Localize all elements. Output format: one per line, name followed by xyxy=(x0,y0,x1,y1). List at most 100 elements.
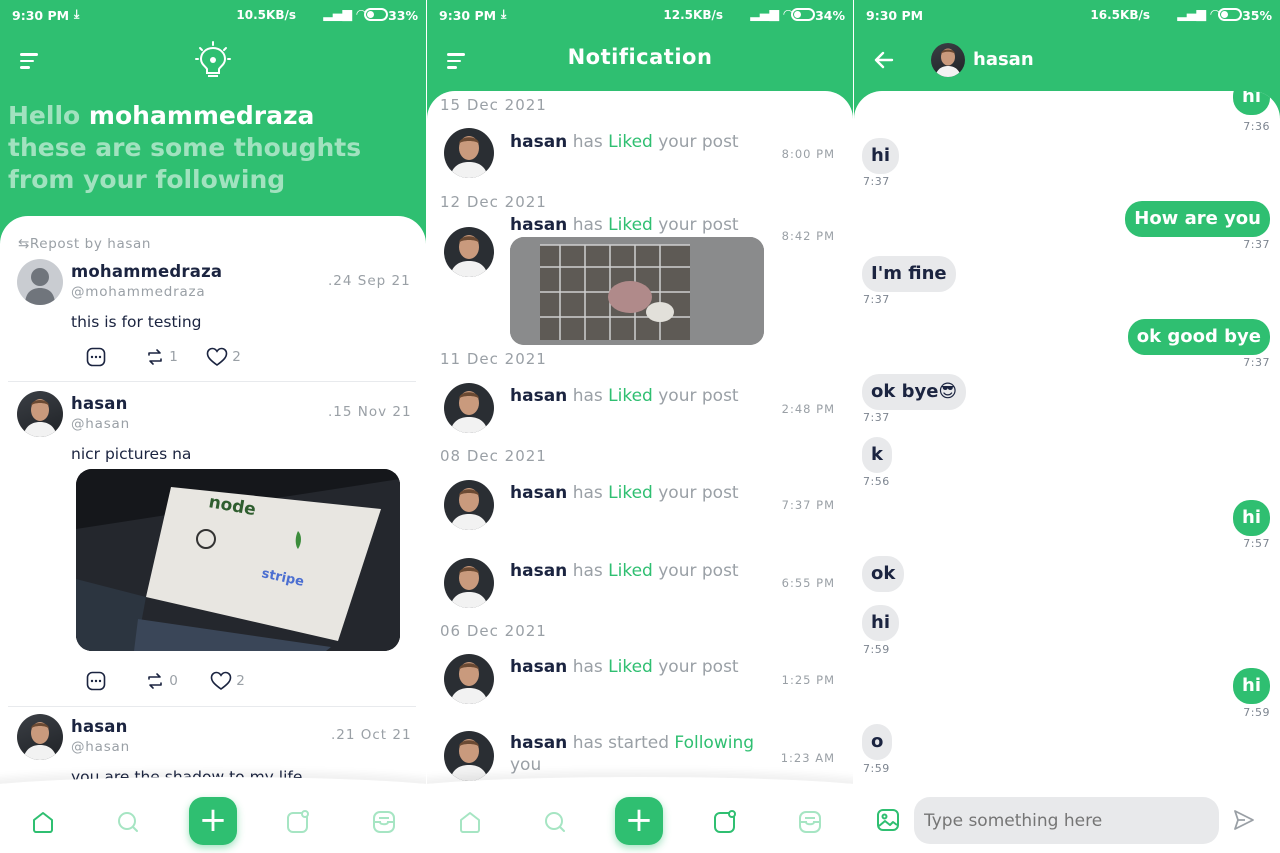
post-thumbnail[interactable] xyxy=(510,237,764,345)
notification-text: hasan has Liked your post xyxy=(510,215,739,235)
inbox-icon[interactable] xyxy=(798,810,822,834)
repost-label: ⇆Repost by hasan xyxy=(18,236,151,252)
cage-photo xyxy=(510,237,764,345)
notification-time: 6:55 PM xyxy=(781,576,835,590)
profile-photo xyxy=(23,722,57,760)
avatar xyxy=(444,558,494,608)
post-author[interactable]: hasan xyxy=(71,717,128,736)
post-divider xyxy=(8,706,416,707)
network-speed: 10.5KB/s xyxy=(236,8,296,22)
search-icon[interactable] xyxy=(543,810,567,834)
date-header: 11 Dec 2021 xyxy=(440,350,547,368)
post-author[interactable]: hasan xyxy=(71,394,128,413)
repost-button[interactable]: 1 xyxy=(145,347,178,367)
menu-icon[interactable] xyxy=(20,53,40,69)
like-count: 2 xyxy=(236,673,245,689)
message-time: 7:57 xyxy=(1243,537,1270,550)
greeting-hello: Hello xyxy=(8,101,81,130)
message-bubble-in: k xyxy=(862,437,892,473)
like-button[interactable]: 2 xyxy=(206,347,241,367)
avatar[interactable] xyxy=(17,259,63,305)
repost-count: 1 xyxy=(169,349,178,365)
home-icon[interactable] xyxy=(458,810,482,834)
inbox-icon[interactable] xyxy=(372,810,396,834)
add-post-button[interactable]: + xyxy=(189,797,237,845)
comment-button[interactable] xyxy=(86,347,106,367)
message-bubble-in: ok xyxy=(862,556,905,592)
date-header: 12 Dec 2021 xyxy=(440,193,547,211)
contact-avatar[interactable] xyxy=(931,43,965,77)
message-time: 7:36 xyxy=(1243,120,1270,133)
battery-percent: 34% xyxy=(815,8,845,23)
repost-button[interactable]: 0 xyxy=(145,671,178,691)
battery-percent: 33% xyxy=(388,8,418,23)
heart-icon xyxy=(210,671,232,690)
status-time: 9:30 PM xyxy=(12,8,70,23)
avatar xyxy=(444,128,494,178)
repost-icon xyxy=(148,349,162,365)
comment-button[interactable] xyxy=(86,671,106,691)
message-time: 7:37 xyxy=(863,411,890,424)
avatar xyxy=(444,383,494,433)
chat-screen: 9:30 PM 16.5KB/s ▂▄▆ ◠ 35% hasan hi 7:36… xyxy=(854,0,1280,853)
notification-text: hasan has Liked your post xyxy=(510,657,739,677)
like-button[interactable]: 2 xyxy=(210,671,245,691)
status-bar: 9:30 PM 16.5KB/s ▂▄▆ ◠ 35% xyxy=(854,0,1280,30)
search-icon[interactable] xyxy=(116,810,140,834)
notification-time: 1:25 PM xyxy=(781,673,835,687)
back-arrow-icon[interactable] xyxy=(874,51,894,69)
message-bubble-in: hi xyxy=(862,138,899,174)
message-bubble-in: hi xyxy=(862,605,899,641)
profile-photo xyxy=(23,399,57,437)
post-handle: @hasan xyxy=(71,416,130,432)
message-bubble-in: ok bye😎 xyxy=(862,374,967,410)
message-bubble-out: hi xyxy=(1233,91,1270,115)
message-input[interactable] xyxy=(914,797,1219,844)
post-text: this is for testing xyxy=(71,313,202,331)
greeting-subtitle: these are some thoughts from your follow… xyxy=(8,133,362,194)
notification-time: 8:42 PM xyxy=(781,229,835,243)
message-bubble-in: o xyxy=(862,724,893,760)
post-divider xyxy=(8,381,416,382)
date-header: 08 Dec 2021 xyxy=(440,447,547,465)
avatar xyxy=(444,731,494,781)
message-time: 7:59 xyxy=(863,762,890,775)
feed-screen: 9:30 PM ⤓ 10.5KB/s ▂▄▆ ◠ 33% Hello moham… xyxy=(0,0,426,853)
avatar[interactable] xyxy=(17,391,63,437)
status-time: 9:30 PM xyxy=(439,8,497,23)
message-bubble-in: I'm fine xyxy=(862,256,956,292)
post-handle: @hasan xyxy=(71,739,130,755)
notification-time: 1:23 AM xyxy=(780,751,835,765)
avatar[interactable] xyxy=(17,714,63,760)
home-icon[interactable] xyxy=(31,810,55,834)
notification-time: 8:00 PM xyxy=(781,147,835,161)
bulb-logo-icon xyxy=(195,41,231,77)
post-author[interactable]: mohammedraza xyxy=(71,262,222,281)
notification-text: hasan has Liked your post xyxy=(510,386,739,406)
status-time: 9:30 PM xyxy=(866,8,924,23)
message-time: 7:59 xyxy=(863,643,890,656)
download-icon: ⤓ xyxy=(74,7,80,21)
message-time: 7:56 xyxy=(863,475,890,488)
like-count: 2 xyxy=(232,349,241,365)
post-date: .21 Oct 21 xyxy=(331,727,412,743)
message-time: 7:37 xyxy=(1243,238,1270,251)
repost-icon: ⇆ xyxy=(18,236,30,252)
repost-count: 0 xyxy=(169,673,178,689)
message-list: hi 7:36 hi 7:37 How are you 7:37 I'm fin… xyxy=(854,91,1280,853)
post-image[interactable]: node stripe xyxy=(76,469,400,651)
send-icon[interactable] xyxy=(1232,808,1256,832)
post-icon[interactable] xyxy=(286,810,310,834)
post-icon[interactable] xyxy=(713,810,737,834)
battery-percent: 35% xyxy=(1242,8,1272,23)
page-title: Notification xyxy=(567,45,713,69)
battery-icon xyxy=(791,8,815,21)
add-post-button[interactable]: + xyxy=(615,797,663,845)
battery-icon xyxy=(364,8,388,21)
image-attach-icon[interactable] xyxy=(876,808,900,832)
signal-icon: ▂▄▆ ◠ xyxy=(1177,6,1220,21)
message-bubble-out: hi xyxy=(1233,668,1270,704)
status-bar: 9:30 PM ⤓ 10.5KB/s ▂▄▆ ◠ 33% xyxy=(0,0,426,30)
default-avatar-icon xyxy=(25,268,55,305)
comment-icon xyxy=(86,347,106,367)
